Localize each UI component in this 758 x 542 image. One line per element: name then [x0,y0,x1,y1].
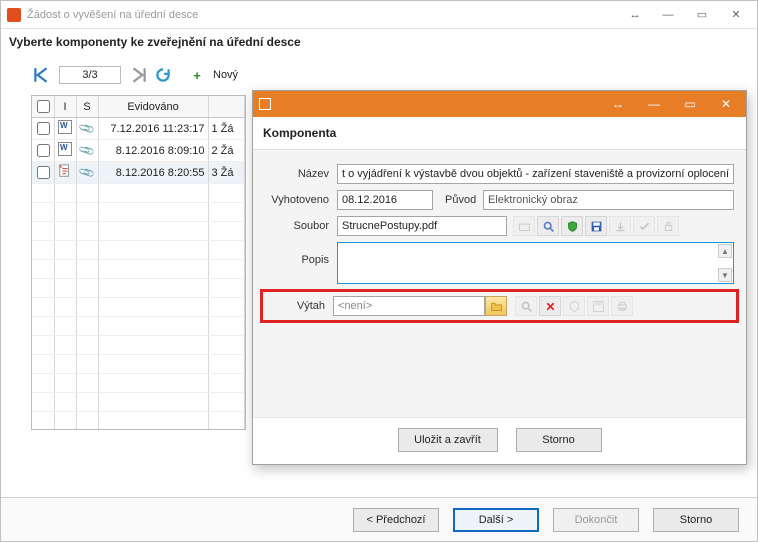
word-icon [58,142,72,156]
new-label: Nový [211,69,238,81]
app-icon [7,8,21,22]
scroll-down-icon[interactable]: ▼ [718,268,732,282]
row-date: 8.12.2016 8:20:55 [98,162,208,184]
vytah-view-icon [515,296,537,316]
vytah-shield-icon [563,296,585,316]
modal-close-button[interactable]: ✕ [708,94,744,114]
label-vytah: Výtah [267,300,333,312]
label-vyhotoveno: Vyhotoveno [265,194,337,206]
label-puvod: Původ [433,194,483,206]
attachment-icon: 📎 [78,141,96,159]
check-icon [633,216,655,236]
vytah-print-icon [611,296,633,316]
row-check[interactable] [37,166,50,179]
modal-footer: Uložit a zavřít Storno [253,417,746,464]
table-row[interactable]: 📎 8.12.2016 8:09:10 2 Žá [32,140,245,162]
view-icon[interactable] [537,216,559,236]
toolbar: 3/3 + Nový [1,63,757,91]
col-header-i[interactable]: I [54,96,76,118]
wizard-footer: < Předchozí Další > Dokončit Storno [1,497,757,541]
modal-unpin-icon[interactable]: ↔ [600,94,636,114]
open-file-icon [513,216,535,236]
refresh-icon[interactable] [153,65,173,85]
vytah-field[interactable]: <není> [333,296,485,316]
page-subtitle: Vyberte komponenty ke zveřejnění na úřed… [1,29,757,63]
attachment-icon: 📎 [78,163,96,181]
table-row[interactable]: 📎 7.12.2016 11:23:17 1 Žá [32,118,245,140]
col-header-rest[interactable] [208,96,245,118]
browse-folder-icon[interactable] [485,296,507,316]
col-header-evidovano[interactable]: Evidováno [98,96,208,118]
maximize-button[interactable]: ▭ [685,5,719,25]
row-rest: 3 Žá [208,162,245,184]
save-icon[interactable] [585,216,607,236]
table-row[interactable]: 📎 8.12.2016 8:20:55 3 Žá [32,162,245,184]
puvod-field[interactable]: Elektronický obraz [483,190,734,210]
add-button[interactable]: + [187,65,207,85]
modal-app-icon [259,98,271,110]
row-check[interactable] [37,144,50,157]
row-check[interactable] [37,122,50,135]
vyhotoveno-field[interactable]: 08.12.2016 [337,190,433,210]
komponenta-dialog: ↔ — ▭ ✕ Komponenta Název t o vyjádření k… [252,90,747,465]
modal-title: Komponenta [253,117,746,149]
next-page-icon[interactable] [129,65,149,85]
word-icon [58,120,72,134]
scroll-up-icon[interactable]: ▲ [718,244,732,258]
page-indicator: 3/3 [59,66,121,84]
next-button[interactable]: Další > [453,508,539,532]
modal-maximize-button[interactable]: ▭ [672,94,708,114]
row-date: 8.12.2016 8:09:10 [98,140,208,162]
modal-titlebar[interactable]: ↔ — ▭ ✕ [253,91,746,117]
modal-cancel-button[interactable]: Storno [516,428,602,452]
modal-minimize-button[interactable]: — [636,94,672,114]
vytah-delete-icon[interactable] [539,296,561,316]
pdf-icon [58,164,72,178]
finish-button: Dokončit [553,508,639,532]
row-date: 7.12.2016 11:23:17 [98,118,208,140]
close-button[interactable]: ✕ [719,5,753,25]
vytah-save-icon [587,296,609,316]
label-popis: Popis [265,242,337,266]
shield-icon[interactable] [561,216,583,236]
unpin-icon[interactable]: ↔ [617,5,651,25]
components-table: I S Evidováno 📎 7.12.2016 11:23:17 1 Žá [31,95,246,430]
attachment-icon: 📎 [78,119,96,137]
save-close-button[interactable]: Uložit a zavřít [398,428,498,452]
export-icon [609,216,631,236]
label-nazev: Název [265,168,337,180]
first-page-icon[interactable] [31,65,51,85]
popis-field[interactable] [337,242,734,284]
minimize-button[interactable]: — [651,5,685,25]
window-title: Žádost o vyvěšení na úřední desce [27,9,617,21]
label-soubor: Soubor [265,220,337,232]
soubor-field[interactable]: StrucnePostupy.pdf [337,216,507,236]
outer-titlebar: Žádost o vyvěšení na úřední desce ↔ — ▭ … [1,1,757,29]
cancel-button[interactable]: Storno [653,508,739,532]
row-rest: 1 Žá [208,118,245,140]
check-all[interactable] [37,100,50,113]
prev-button[interactable]: < Předchozí [353,508,439,532]
col-header-s[interactable]: S [76,96,98,118]
lock-icon [657,216,679,236]
col-header-check[interactable] [32,96,54,118]
row-rest: 2 Žá [208,140,245,162]
nazev-field[interactable]: t o vyjádření k výstavbě dvou objektů - … [337,164,734,184]
